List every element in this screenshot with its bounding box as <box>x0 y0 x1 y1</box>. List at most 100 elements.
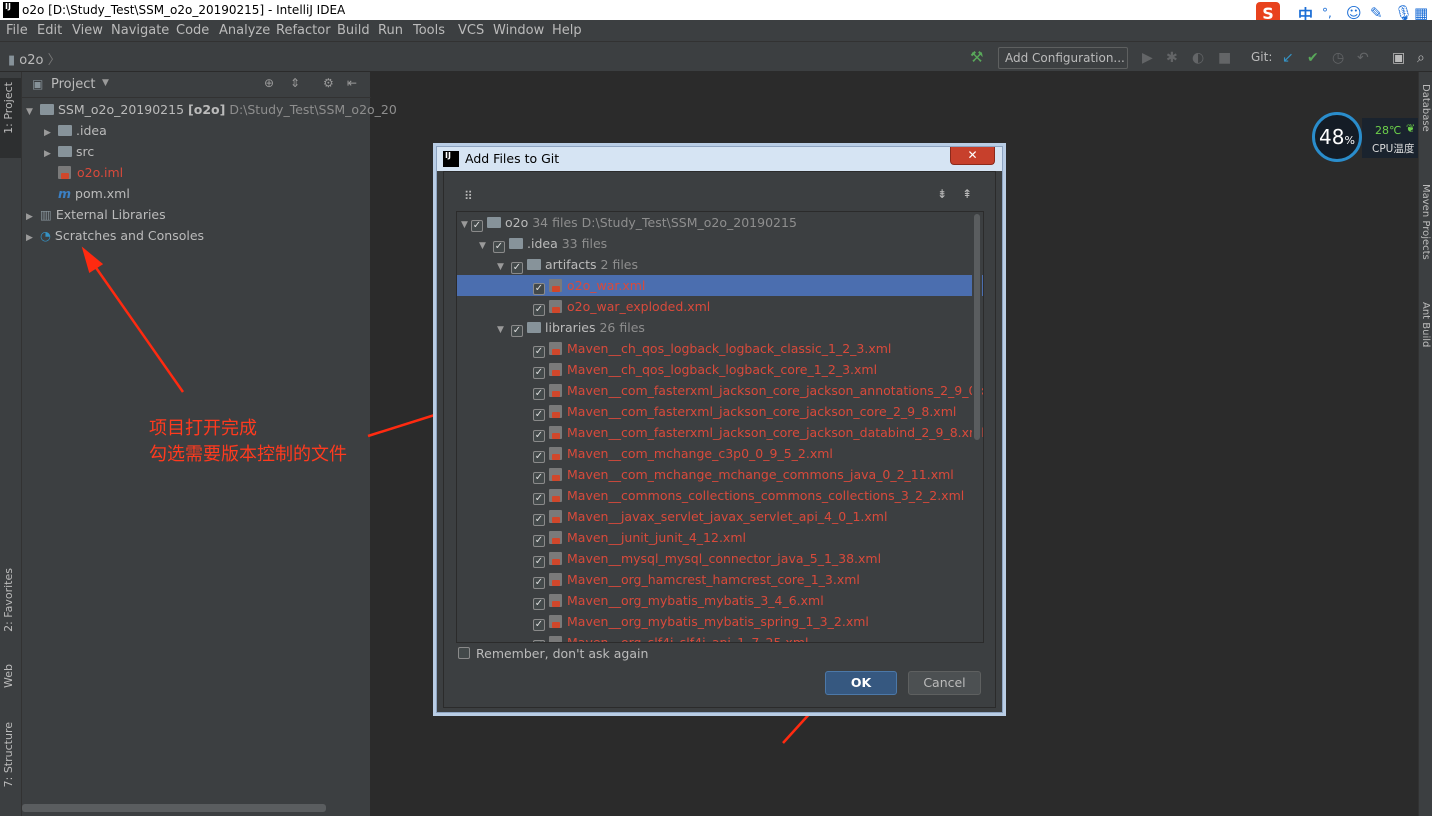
xml-file-icon <box>549 510 562 523</box>
artifact-file-name: o2o_war.xml <box>567 278 646 293</box>
remember-option[interactable]: Remember, don't ask again <box>458 644 648 664</box>
checkbox[interactable]: ✓ <box>511 262 523 274</box>
library-file-name: Maven__com_mchange_c3p0_0_9_5_2.xml <box>567 446 833 461</box>
artifact-file-row[interactable]: ✓ o2o_war_exploded.xml <box>457 296 983 317</box>
checkbox[interactable]: ✓ <box>533 430 545 442</box>
artifacts-name: artifacts <box>545 257 597 272</box>
root-count: 34 files <box>532 215 578 230</box>
xml-file-icon <box>549 531 562 544</box>
close-button[interactable]: ✕ <box>950 147 995 165</box>
artifacts-count: 2 files <box>600 257 638 272</box>
library-file-name: Maven__javax_servlet_javax_servlet_api_4… <box>567 509 888 524</box>
checkbox[interactable]: ✓ <box>533 409 545 421</box>
folder-icon <box>527 259 541 270</box>
xml-file-icon <box>549 636 562 642</box>
remember-label: Remember, don't ask again <box>476 646 649 661</box>
library-file-row[interactable]: ✓ Maven__com_mchange_mchange_commons_java… <box>457 464 983 485</box>
checkbox[interactable]: ✓ <box>493 241 505 253</box>
cancel-button[interactable]: Cancel <box>908 671 981 695</box>
collapse-all-icon[interactable]: ⇞ <box>962 187 972 201</box>
library-file-row[interactable]: ✓ Maven__org_hamcrest_hamcrest_core_1_3.x… <box>457 569 983 590</box>
checkbox[interactable]: ✓ <box>533 304 545 316</box>
checkbox[interactable]: ✓ <box>533 556 545 568</box>
checkbox[interactable]: ✓ <box>533 619 545 631</box>
library-file-name: Maven__org_mybatis_mybatis_spring_1_3_2.… <box>567 614 869 629</box>
tree-node-artifacts[interactable]: ▼ ✓ artifacts 2 files <box>457 254 983 275</box>
arrow-head-tree <box>81 246 104 273</box>
module-icon <box>487 217 501 228</box>
checkbox[interactable]: ✓ <box>533 283 545 295</box>
xml-file-icon <box>549 363 562 376</box>
libraries-count: 26 files <box>599 320 645 335</box>
checkbox[interactable]: ✓ <box>533 367 545 379</box>
library-file-row[interactable]: ✓ Maven__mysql_mysql_connector_java_5_1_3… <box>457 548 983 569</box>
checkbox[interactable]: ✓ <box>511 325 523 337</box>
library-file-row[interactable]: ✓ Maven__org_mybatis_mybatis_spring_1_3_2… <box>457 611 983 632</box>
library-file-row[interactable]: ✓ Maven__commons_collections_commons_coll… <box>457 485 983 506</box>
dialog-title-bar: IJ Add Files to Git ✕ <box>437 147 1002 171</box>
library-file-name: Maven__org_mybatis_mybatis_3_4_6.xml <box>567 593 824 608</box>
xml-file-icon <box>549 447 562 460</box>
xml-file-icon <box>549 279 562 292</box>
intellij-dialog-icon: IJ <box>443 151 459 167</box>
checkbox[interactable]: ✓ <box>533 535 545 547</box>
xml-file-icon <box>549 489 562 502</box>
library-file-row[interactable]: ✓ Maven__ch_qos_logback_logback_classic_1… <box>457 338 983 359</box>
library-file-row[interactable]: ✓ Maven__ch_qos_logback_logback_core_1_2_… <box>457 359 983 380</box>
xml-file-icon <box>549 552 562 565</box>
expand-all-icon[interactable]: ⇟ <box>937 187 947 201</box>
library-file-name: Maven__org_slf4j_slf4j_api_1_7_25.xml <box>567 635 809 643</box>
xml-file-icon <box>549 573 562 586</box>
library-file-row[interactable]: ✓ Maven__com_fasterxml_jackson_core_jacks… <box>457 401 983 422</box>
checkbox[interactable]: ✓ <box>533 472 545 484</box>
group-by-icon[interactable]: ⠿ <box>464 189 473 203</box>
xml-file-icon <box>549 300 562 313</box>
library-file-row[interactable]: ✓ Maven__org_mybatis_mybatis_3_4_6.xml <box>457 590 983 611</box>
checkbox[interactable]: ✓ <box>533 388 545 400</box>
arrow-to-tree <box>90 261 185 393</box>
libraries-name: libraries <box>545 320 596 335</box>
library-file-row[interactable]: ✓ Maven__com_fasterxml_jackson_core_jacks… <box>457 422 983 443</box>
root-name: o2o <box>505 215 529 230</box>
library-file-name: Maven__commons_collections_commons_colle… <box>567 488 965 503</box>
checkbox[interactable]: ✓ <box>533 514 545 526</box>
library-file-row[interactable]: ✓ Maven__com_fasterxml_jackson_core_jacks… <box>457 380 983 401</box>
xml-file-icon <box>549 342 562 355</box>
root-path: D:\Study_Test\SSM_o2o_20190215 <box>581 215 797 230</box>
library-file-name: Maven__com_fasterxml_jackson_core_jackso… <box>567 404 957 419</box>
checkbox[interactable]: ✓ <box>533 451 545 463</box>
ok-button[interactable]: OK <box>825 671 897 695</box>
checkbox[interactable]: ✓ <box>533 346 545 358</box>
library-file-row[interactable]: ✓ Maven__javax_servlet_javax_servlet_api_… <box>457 506 983 527</box>
checkbox[interactable]: ✓ <box>533 577 545 589</box>
library-file-row[interactable]: ✓ Maven__org_slf4j_slf4j_api_1_7_25.xml <box>457 632 983 643</box>
tree-node-libraries[interactable]: ▼ ✓ libraries 26 files <box>457 317 983 338</box>
remember-checkbox[interactable] <box>458 647 470 659</box>
artifact-file-row[interactable]: ✓ o2o_war.xml <box>457 275 983 296</box>
tree-node-root[interactable]: ▼ ✓ o2o 34 files D:\Study_Test\SSM_o2o_201… <box>457 212 983 233</box>
library-file-name: Maven__mysql_mysql_connector_java_5_1_38… <box>567 551 882 566</box>
vertical-scrollbar[interactable] <box>972 212 982 642</box>
add-files-dialog: IJ Add Files to Git ✕ ⠿ ⇟ ⇞ ▼ ✓ o2o 34 fil… <box>436 146 1003 713</box>
xml-file-icon <box>549 615 562 628</box>
checkbox[interactable]: ✓ <box>533 493 545 505</box>
library-file-row[interactable]: ✓ Maven__junit_junit_4_12.xml <box>457 527 983 548</box>
tree-node-idea[interactable]: ▼ ✓ .idea 33 files <box>457 233 983 254</box>
checkbox[interactable]: ✓ <box>533 640 545 642</box>
library-file-name: Maven__junit_junit_4_12.xml <box>567 530 746 545</box>
checkbox[interactable]: ✓ <box>471 220 483 232</box>
library-file-name: Maven__org_hamcrest_hamcrest_core_1_3.xm… <box>567 572 860 587</box>
xml-file-icon <box>549 405 562 418</box>
artifact-file-name: o2o_war_exploded.xml <box>567 299 711 314</box>
folder-icon <box>509 238 523 249</box>
library-file-name: Maven__ch_qos_logback_logback_classic_1_… <box>567 341 892 356</box>
idea-name: .idea <box>527 236 558 251</box>
scrollbar-thumb[interactable] <box>974 214 980 440</box>
library-file-name: Maven__com_mchange_mchange_commons_java_… <box>567 467 954 482</box>
checkbox[interactable]: ✓ <box>533 598 545 610</box>
xml-file-icon <box>549 426 562 439</box>
library-file-row[interactable]: ✓ Maven__com_mchange_c3p0_0_9_5_2.xml <box>457 443 983 464</box>
xml-file-icon <box>549 594 562 607</box>
folder-icon <box>527 322 541 333</box>
file-tree: ▼ ✓ o2o 34 files D:\Study_Test\SSM_o2o_201… <box>456 211 984 643</box>
